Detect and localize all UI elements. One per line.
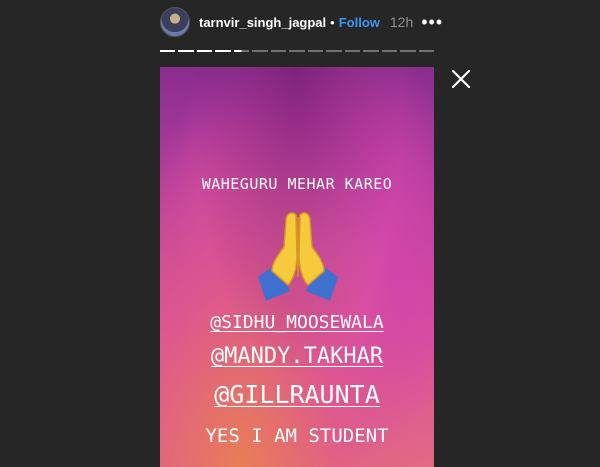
follow-button[interactable]: Follow: [339, 15, 380, 30]
progress-segment: [400, 50, 416, 52]
mention-gillraunta[interactable]: @GILLRAUNTA: [214, 380, 380, 409]
progress-segment: [381, 50, 398, 52]
progress-segment: [270, 50, 287, 52]
separator-dot: •: [330, 14, 335, 30]
progress-segment: [160, 50, 176, 52]
progress-segment: [344, 50, 361, 52]
progress-segment: [307, 50, 324, 52]
more-options-icon[interactable]: •••: [421, 13, 443, 31]
story-caption: WAHEGURU MEHAR KAREO: [201, 175, 393, 193]
progress-segment: [326, 50, 342, 52]
avatar[interactable]: [160, 7, 190, 37]
progress-segment: [178, 50, 194, 52]
close-icon[interactable]: [450, 68, 472, 90]
progress-segment: [233, 50, 250, 52]
progress-segment: [363, 50, 379, 52]
progress-segment: [289, 50, 305, 52]
story-content[interactable]: WAHEGURU MEHAR KAREO @SIDHU_MOOSEWALA @M…: [160, 67, 434, 467]
progress-segment: [252, 50, 268, 52]
mention-mandy-takhar[interactable]: @MANDY.TAKHAR: [211, 344, 383, 369]
progress-segment: [418, 50, 435, 52]
story-progress-bar: [160, 50, 435, 53]
progress-segment: [215, 50, 231, 52]
progress-segment: [196, 50, 213, 52]
mention-sidhu-moosewala[interactable]: @SIDHU_MOOSEWALA: [210, 312, 383, 333]
folded-hands-emoji: [258, 212, 338, 301]
story-footer-text: YES I AM STUDENT: [205, 425, 389, 447]
timestamp: 12h: [389, 14, 414, 30]
username[interactable]: tarnvir_singh_jagpal: [199, 15, 326, 30]
story-header: tarnvir_singh_jagpal • Follow 12h •••: [160, 6, 443, 38]
